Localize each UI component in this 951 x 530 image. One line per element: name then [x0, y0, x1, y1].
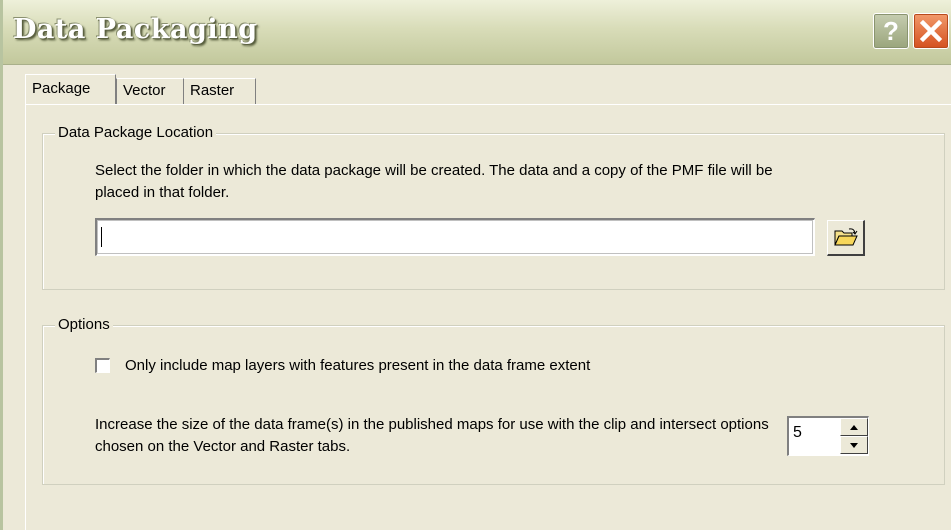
options-group: Options Only include map layers with fea… [42, 315, 945, 485]
help-button[interactable]: ? [873, 13, 909, 49]
expand-extent-label: Increase the size of the data frame(s) i… [95, 416, 769, 455]
browse-folder-button[interactable] [827, 220, 865, 256]
data-package-location-group: Data Package Location Select the folder … [42, 123, 945, 290]
tab-raster[interactable]: Raster [184, 78, 256, 104]
arrow-up-icon [850, 424, 858, 430]
tab-vector[interactable]: Vector [116, 78, 184, 104]
text-caret [101, 227, 102, 247]
group-title: Data Package Location [55, 123, 217, 143]
close-button[interactable] [913, 13, 949, 49]
tab-package[interactable]: Package [25, 74, 116, 104]
only-include-label[interactable]: Only include map layers with features pr… [125, 356, 590, 376]
package-tab-panel: Data Package Location Select the folder … [25, 104, 951, 530]
window-title: Data Packaging [13, 14, 258, 45]
close-icon [919, 19, 943, 43]
spinner-down-button[interactable] [840, 436, 868, 454]
spinner-value[interactable]: 5 [793, 424, 802, 442]
arrow-down-icon [850, 442, 858, 448]
help-icon: ? [883, 15, 899, 46]
location-description: Select the folder in which the data pack… [95, 162, 773, 201]
title-bar[interactable]: Data Packaging ? [3, 0, 951, 65]
package-location-input[interactable] [95, 218, 815, 256]
spinner-up-button[interactable] [840, 418, 868, 436]
only-include-checkbox[interactable] [95, 358, 110, 373]
expand-percent-spinner[interactable]: 5 [787, 416, 869, 456]
group-title: Options [55, 315, 113, 335]
folder-open-icon [833, 227, 858, 245]
data-packaging-dialog: Data Packaging ? Package Vector Raster D… [0, 0, 951, 530]
